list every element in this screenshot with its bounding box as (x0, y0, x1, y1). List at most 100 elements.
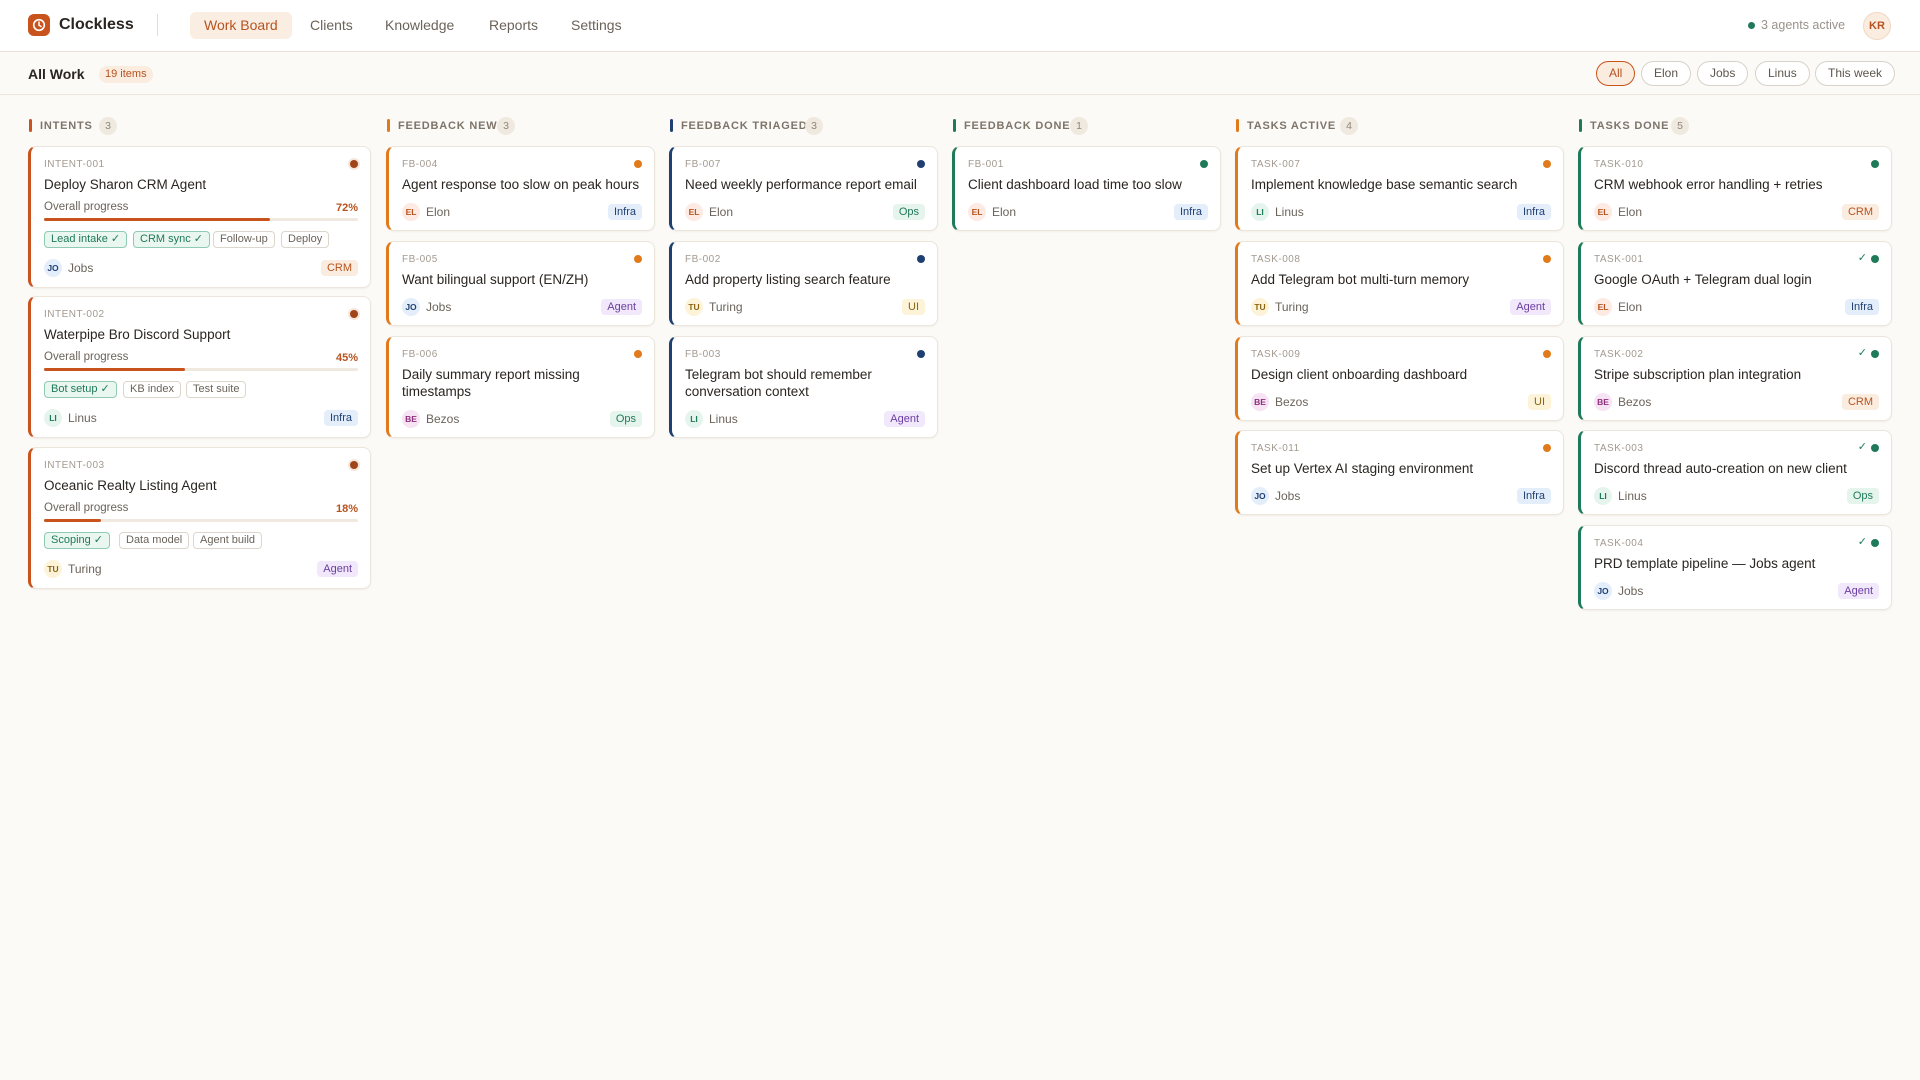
card-id: FB-005 (402, 254, 438, 265)
filter-this-week[interactable]: This week (1815, 61, 1896, 86)
task-card[interactable]: TASK-008 Add Telegram bot multi-turn mem… (1235, 241, 1564, 326)
category-tag: Infra (1844, 299, 1879, 315)
nav-knowledge[interactable]: Knowledge (371, 12, 468, 39)
task-card[interactable]: TASK-001 ✓ Google OAuth + Telegram dual … (1578, 241, 1892, 326)
status-dot (1871, 539, 1879, 547)
nav-work-board[interactable]: Work Board (190, 12, 292, 39)
nav-settings[interactable]: Settings (557, 12, 636, 39)
card-title: Implement knowledge base semantic search (1251, 177, 1518, 192)
step-chip[interactable]: Data model (119, 532, 190, 549)
status-dot (1871, 350, 1879, 358)
card-id: TASK-003 (1594, 443, 1644, 454)
card-id: TASK-010 (1594, 159, 1644, 170)
feedback-card[interactable]: FB-007 Need weekly performance report em… (669, 146, 938, 231)
feedback-card[interactable]: FB-006 Daily summary report missing time… (386, 336, 655, 438)
assignee-name: Bezos (1275, 395, 1309, 409)
assignee-name: Elon (709, 205, 734, 219)
step-chip[interactable]: Scoping ✓ (44, 532, 111, 549)
card-title: Daily summary report missing timestamps (402, 367, 580, 399)
card-id: FB-003 (685, 349, 721, 360)
step-chip[interactable]: CRM sync ✓ (133, 231, 210, 248)
card-id: TASK-008 (1251, 254, 1301, 265)
card-title: Waterpipe Bro Discord Support (44, 327, 231, 342)
card-id: TASK-002 (1594, 349, 1644, 360)
category-tag: Agent (1510, 299, 1551, 315)
assignee-name: Bezos (426, 412, 460, 426)
task-card[interactable]: TASK-002 ✓ Stripe subscription plan inte… (1578, 336, 1892, 421)
board-header: All Work 19 items All Elon Jobs Linus Th… (0, 53, 1920, 95)
assignee-name: Elon (1618, 205, 1643, 219)
column-title: TASKS ACTIVE (1247, 120, 1337, 132)
task-card[interactable]: TASK-010 CRM webhook error handling + re… (1578, 146, 1892, 231)
category-tag: UI (902, 299, 925, 315)
feedback-card[interactable]: FB-004 Agent response too slow on peak h… (386, 146, 655, 231)
task-card[interactable]: TASK-003 ✓ Discord thread auto-creation … (1578, 430, 1892, 515)
progress-value: 72% (335, 202, 358, 214)
avatar: LI (1251, 203, 1269, 221)
task-card[interactable]: TASK-009 Design client onboarding dashbo… (1235, 336, 1564, 421)
card-id: INTENT-003 (44, 460, 105, 471)
feedback-card[interactable]: FB-003 Telegram bot should remember conv… (669, 336, 938, 438)
step-chip[interactable]: Bot setup ✓ (44, 381, 117, 398)
column-header-tasks-active: TASKS ACTIVE 4 (1236, 117, 1496, 135)
avatar: LI (685, 410, 703, 428)
intent-card[interactable]: INTENT-001 Deploy Sharon CRM Agent Overa… (28, 146, 371, 288)
assignee-name: Turing (68, 562, 102, 576)
category-tag: CRM (320, 260, 358, 276)
status-dot (917, 160, 925, 168)
status-dot (917, 255, 925, 263)
card-id: INTENT-002 (44, 309, 105, 320)
filter-linus[interactable]: Linus (1755, 61, 1810, 86)
card-id: TASK-004 (1594, 538, 1644, 549)
top-bar: Clockless Work Board Clients Knowledge R… (0, 0, 1920, 52)
step-chip[interactable]: Follow-up (213, 231, 275, 248)
avatar: LI (44, 409, 62, 427)
task-card[interactable]: TASK-007 Implement knowledge base semant… (1235, 146, 1564, 231)
column-count: 4 (1340, 117, 1358, 135)
feedback-card[interactable]: FB-005 Want bilingual support (EN/ZH) JO… (386, 241, 655, 326)
filter-elon[interactable]: Elon (1641, 61, 1692, 86)
card-title: Google OAuth + Telegram dual login (1594, 272, 1812, 287)
column-title: FEEDBACK TRIAGED (681, 120, 808, 132)
status-dot (1200, 160, 1208, 168)
nav-reports[interactable]: Reports (475, 12, 552, 39)
card-title: Agent response too slow on peak hours (402, 177, 640, 192)
step-chip[interactable]: Test suite (186, 381, 247, 398)
progress-label: Overall progress (44, 351, 129, 363)
progress-value: 18% (335, 503, 358, 515)
column-count: 3 (497, 117, 515, 135)
intent-card[interactable]: INTENT-002 Waterpipe Bro Discord Support… (28, 296, 371, 438)
step-chip[interactable]: Deploy (281, 231, 330, 248)
nav-clients[interactable]: Clients (296, 12, 367, 39)
task-card[interactable]: TASK-004 ✓ PRD template pipeline — Jobs … (1578, 525, 1892, 610)
category-tag: Infra (1516, 488, 1551, 504)
step-chip[interactable]: Lead intake ✓ (44, 231, 128, 248)
card-title: Design client onboarding dashboard (1251, 367, 1468, 382)
status-dot (350, 160, 358, 168)
avatar: EL (1594, 203, 1612, 221)
task-card[interactable]: TASK-011 Set up Vertex AI staging enviro… (1235, 430, 1564, 515)
user-avatar[interactable]: KR (1863, 12, 1891, 40)
card-title: CRM webhook error handling + retries (1594, 177, 1823, 192)
assignee-name: Turing (1275, 300, 1309, 314)
filter-all[interactable]: All (1596, 61, 1636, 86)
page-title: All Work (28, 66, 85, 82)
card-id: FB-006 (402, 349, 438, 360)
feedback-card[interactable]: FB-002 Add property listing search featu… (669, 241, 938, 326)
step-chip[interactable]: Agent build (193, 532, 263, 549)
clock-icon[interactable] (28, 14, 50, 36)
column-header-tasks-done: TASKS DONE 5 (1579, 117, 1839, 135)
column-title: INTENTS (40, 120, 93, 132)
assignee-name: Jobs (1275, 489, 1301, 503)
step-chip[interactable]: KB index (123, 381, 182, 398)
intent-card[interactable]: INTENT-003 Oceanic Realty Listing Agent … (28, 447, 371, 589)
category-tag: Ops (1846, 488, 1879, 504)
avatar: BE (1251, 393, 1269, 411)
feedback-card[interactable]: FB-001 Client dashboard load time too sl… (952, 146, 1221, 231)
avatar: EL (685, 203, 703, 221)
assignee-name: Linus (68, 411, 97, 425)
assignee-name: Elon (992, 205, 1017, 219)
card-title: Stripe subscription plan integration (1594, 367, 1802, 382)
card-id: TASK-007 (1251, 159, 1301, 170)
filter-jobs[interactable]: Jobs (1697, 61, 1749, 86)
